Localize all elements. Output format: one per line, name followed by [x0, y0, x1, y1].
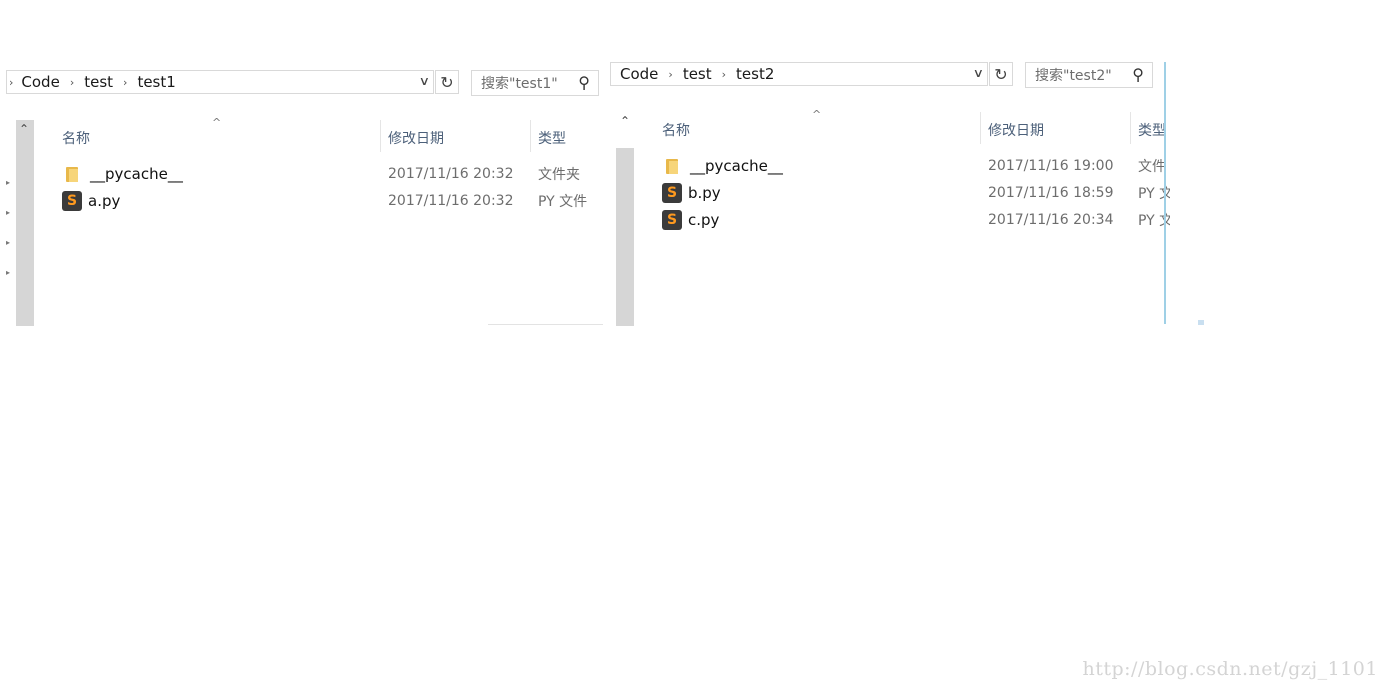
search-icon[interactable]: ⚲	[1132, 65, 1144, 84]
column-header-name[interactable]: 名称	[662, 120, 690, 140]
breadcrumb-item[interactable]: test1	[131, 73, 181, 91]
column-divider[interactable]	[980, 112, 981, 144]
breadcrumb-chevron-icon[interactable]: ›	[119, 76, 131, 89]
breadcrumb-overflow-icon[interactable]: ›	[7, 76, 15, 89]
scroll-up-icon[interactable]: ⌃	[19, 122, 29, 136]
breadcrumb-chevron-icon[interactable]: ›	[66, 76, 78, 89]
breadcrumb-item[interactable]: test2	[730, 65, 780, 83]
scroll-up-icon[interactable]: ⌃	[620, 114, 630, 128]
vertical-scrollbar[interactable]	[16, 120, 34, 326]
file-date: 2017/11/16 19:00	[988, 158, 1114, 174]
breadcrumb-item[interactable]: Code	[611, 65, 664, 83]
chevron-down-icon[interactable]: ∨	[973, 66, 984, 80]
column-header-date[interactable]: 修改日期	[388, 128, 444, 148]
column-divider[interactable]	[530, 120, 531, 152]
python-file-icon: S	[662, 183, 682, 203]
explorer-window-test2: Code › test › test2 ∨ ↻ 搜索"test2" ⚲ ⌃ ^ …	[604, 54, 1170, 326]
search-input[interactable]: 搜索"test1" ⚲	[471, 70, 599, 96]
refresh-icon: ↻	[440, 72, 454, 92]
file-row[interactable]: __pycache__ 2017/11/16 19:00 文件	[662, 154, 1170, 178]
tree-expand-icon[interactable]: ▸	[6, 238, 10, 247]
file-row[interactable]: S c.py 2017/11/16 20:34 PY 文	[662, 208, 1170, 232]
search-placeholder: 搜索"test2"	[1035, 68, 1112, 84]
address-toolbar: › Code › test › test1 ∨ ↻ 搜索"test1" ⚲	[6, 62, 604, 102]
folder-icon	[66, 166, 80, 182]
address-bar[interactable]: Code › test › test2 ∨	[610, 62, 988, 86]
column-header-date[interactable]: 修改日期	[988, 120, 1044, 140]
window-fragment	[1198, 320, 1204, 325]
file-date: 2017/11/16 20:32	[388, 166, 514, 182]
column-divider[interactable]	[1130, 112, 1131, 144]
file-type: 文件	[1138, 159, 1166, 175]
file-date: 2017/11/16 18:59	[988, 185, 1114, 201]
file-date: 2017/11/16 20:34	[988, 212, 1114, 228]
tree-expand-icon[interactable]: ▸	[6, 208, 10, 217]
breadcrumb-chevron-icon[interactable]: ›	[664, 68, 676, 81]
explorer-window-test1: › Code › test › test1 ∨ ↻ 搜索"test1" ⚲ ⌃ …	[6, 62, 604, 326]
file-row[interactable]: S b.py 2017/11/16 18:59 PY 文	[662, 181, 1170, 205]
breadcrumb-item[interactable]: Code	[15, 73, 65, 91]
refresh-icon: ↻	[994, 64, 1008, 84]
refresh-button[interactable]: ↻	[989, 62, 1013, 86]
chevron-down-icon[interactable]: ∨	[419, 74, 430, 88]
file-name: b.py	[688, 184, 721, 202]
breadcrumb-item[interactable]: test	[677, 65, 718, 83]
folder-icon	[666, 158, 680, 174]
python-file-icon: S	[62, 191, 82, 211]
search-input[interactable]: 搜索"test2" ⚲	[1025, 62, 1153, 88]
column-header-name[interactable]: 名称	[62, 128, 90, 148]
column-header-type[interactable]: 类型	[1138, 120, 1166, 140]
address-bar[interactable]: › Code › test › test1 ∨	[6, 70, 434, 94]
breadcrumb-item[interactable]: test	[78, 73, 119, 91]
file-type: PY 文件	[538, 194, 588, 210]
breadcrumb-chevron-icon[interactable]: ›	[718, 68, 730, 81]
file-name: c.py	[688, 211, 720, 229]
divider	[488, 324, 603, 325]
file-name: a.py	[88, 192, 121, 210]
file-name: __pycache__	[690, 157, 783, 175]
refresh-button[interactable]: ↻	[435, 70, 459, 94]
file-row[interactable]: S a.py 2017/11/16 20:32 PY 文件	[62, 189, 602, 213]
column-header-type[interactable]: 类型	[538, 128, 566, 148]
column-divider[interactable]	[380, 120, 381, 152]
tree-expand-icon[interactable]: ▸	[6, 178, 10, 187]
file-name: __pycache__	[90, 165, 183, 183]
search-icon[interactable]: ⚲	[578, 73, 590, 92]
tree-expand-icon[interactable]: ▸	[6, 268, 10, 277]
vertical-scrollbar[interactable]	[616, 148, 634, 326]
file-type: 文件夹	[538, 167, 580, 183]
sort-ascending-icon: ^	[812, 108, 822, 121]
file-row[interactable]: __pycache__ 2017/11/16 20:32 文件夹	[62, 162, 602, 186]
address-toolbar: Code › test › test2 ∨ ↻ 搜索"test2" ⚲	[604, 54, 1170, 94]
watermark: http://blog.csdn.net/gzj_1101	[1082, 658, 1378, 680]
file-date: 2017/11/16 20:32	[388, 193, 514, 209]
sort-ascending-icon: ^	[212, 116, 222, 129]
window-border	[1164, 62, 1166, 324]
search-placeholder: 搜索"test1"	[481, 76, 558, 92]
python-file-icon: S	[662, 210, 682, 230]
